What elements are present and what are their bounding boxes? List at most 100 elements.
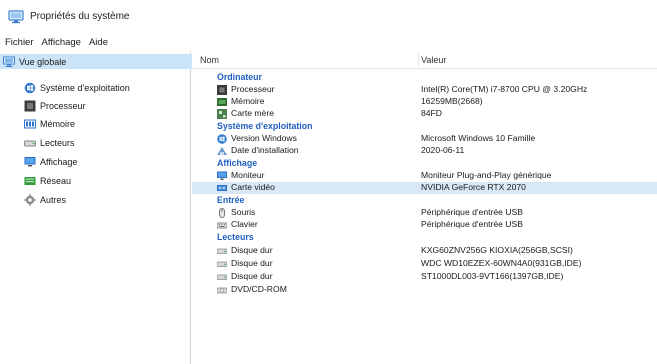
computer-icon [8, 9, 24, 24]
column-header-name[interactable]: Nom [200, 55, 219, 65]
column-header-row: Nom Valeur [192, 51, 657, 69]
sidebar-item-label: Réseau [40, 175, 72, 186]
drive-icon [216, 246, 228, 256]
row-name: DVD/CD-ROM [231, 284, 287, 294]
group-label: Système d'exploitation [217, 121, 313, 131]
column-header-value[interactable]: Valeur [421, 55, 446, 65]
dvd-drive-icon [216, 285, 228, 295]
row-name: Clavier [231, 219, 258, 229]
window-title: Propriétés du système [30, 11, 130, 22]
drive-icon [216, 272, 228, 282]
menu-file[interactable]: Fichier [0, 37, 38, 48]
menu-help[interactable]: Aide [85, 37, 112, 48]
group-header: Ordinateur [192, 72, 657, 84]
table-row[interactable]: Clavier Périphérique d'entrée USB [192, 219, 657, 231]
row-value: Périphérique d'entrée USB [421, 219, 523, 229]
column-separator[interactable] [418, 53, 419, 66]
group-header: Lecteurs [192, 232, 657, 244]
table-row[interactable]: Moniteur Moniteur Plug-and-Play génériqu… [192, 170, 657, 182]
install-date-icon [217, 146, 227, 156]
menu-bar: Fichier Affichage Aide [0, 34, 657, 50]
menu-view[interactable]: Affichage [38, 37, 85, 48]
sidebar-item-drives[interactable]: Lecteurs [24, 135, 75, 150]
row-value: NVIDIA GeForce RTX 2070 [421, 182, 526, 192]
sidebar-item-os[interactable]: Système d'exploitation [24, 80, 130, 95]
sidebar-item-others[interactable]: Autres [24, 192, 66, 207]
sidebar-item-label: Autres [40, 194, 67, 205]
computer-icon [3, 56, 15, 68]
network-icon [24, 175, 36, 187]
row-value: Microsoft Windows 10 Famille [421, 133, 536, 143]
row-value: WDC WD10EZEX-60WN4A0(931GB,IDE) [421, 258, 582, 268]
group-header: Entrée [192, 195, 657, 207]
row-name: Carte mère [231, 108, 274, 118]
row-name: Disque dur [231, 258, 273, 268]
row-value: Périphérique d'entrée USB [421, 207, 523, 217]
sidebar-item-display[interactable]: Affichage [24, 154, 77, 169]
memory-icon [217, 97, 227, 107]
main-area: Vue globale Système d'exploitation Proce… [0, 51, 657, 364]
details-list: Nom Valeur Ordinateur Processeur Intel(R… [192, 51, 657, 364]
table-row[interactable]: Carte mère 84FD [192, 108, 657, 120]
mouse-icon [217, 208, 227, 218]
sidebar-item-label: Affichage [40, 156, 78, 167]
system-properties-window: Propriétés du système Fichier Affichage … [0, 0, 657, 364]
group-label: Entrée [217, 195, 245, 205]
table-row[interactable]: Processeur Intel(R) Core(TM) i7-8700 CPU… [192, 84, 657, 96]
table-row[interactable]: Carte vidéo NVIDIA GeForce RTX 2070 [192, 182, 657, 194]
table-row[interactable]: Date d'installation 2020-06-11 [192, 145, 657, 157]
monitor-icon [217, 171, 227, 181]
sidebar-item-processor[interactable]: Processeur [24, 98, 86, 113]
row-value: Moniteur Plug-and-Play générique [421, 170, 552, 180]
sidebar-item-label: Système d'exploitation [40, 82, 130, 93]
table-row[interactable]: Souris Périphérique d'entrée USB [192, 207, 657, 219]
display-icon [24, 156, 36, 168]
sidebar-tree: Vue globale Système d'exploitation Proce… [0, 51, 193, 364]
sidebar-item-network[interactable]: Réseau [24, 173, 71, 188]
table-row[interactable]: Version Windows Microsoft Windows 10 Fam… [192, 133, 657, 145]
sidebar-item-label: Vue globale [19, 56, 67, 67]
windows-os-icon [24, 82, 36, 94]
video-card-icon [217, 183, 227, 193]
row-name: Moniteur [231, 170, 265, 180]
row-value: 2020-06-11 [421, 145, 465, 155]
gear-icon [24, 193, 36, 206]
title-bar: Propriétés du système [0, 0, 657, 33]
table-row[interactable]: Mémoire 16259MB(2668) [192, 96, 657, 108]
row-value: KXG60ZNV256G KIOXIA(256GB,SCSI) [421, 245, 573, 255]
row-value: 84FD [421, 108, 443, 118]
table-row[interactable]: Disque dur KXG60ZNV256G KIOXIA(256GB,SCS… [192, 245, 657, 257]
row-name: Disque dur [231, 271, 273, 281]
memory-icon [24, 118, 36, 130]
sidebar-item-label: Mémoire [40, 118, 76, 129]
sidebar-item-label: Lecteurs [40, 137, 75, 148]
group-label: Ordinateur [217, 72, 262, 82]
group-header: Système d'exploitation [192, 121, 657, 133]
row-name: Carte vidéo [231, 182, 275, 192]
row-name: Version Windows [231, 133, 297, 143]
motherboard-icon [217, 109, 227, 119]
row-name: Processeur [231, 84, 275, 94]
sidebar-item-overview[interactable]: Vue globale [0, 54, 193, 69]
sidebar-item-memory[interactable]: Mémoire [24, 116, 75, 131]
row-name: Mémoire [231, 96, 265, 106]
processor-icon [24, 100, 36, 112]
keyboard-icon [216, 220, 228, 230]
table-row[interactable]: DVD/CD-ROM [192, 284, 657, 296]
row-value: ST1000DL003-9VT166(1397GB,IDE) [421, 271, 564, 281]
row-name: Disque dur [231, 245, 273, 255]
drive-icon [216, 259, 228, 269]
group-header: Affichage [192, 158, 657, 170]
table-row[interactable]: Disque dur ST1000DL003-9VT166(1397GB,IDE… [192, 271, 657, 283]
row-value: 16259MB(2668) [421, 96, 483, 106]
row-name: Date d'installation [231, 145, 299, 155]
windows-os-icon [217, 134, 227, 144]
row-name: Souris [231, 207, 256, 217]
row-value: Intel(R) Core(TM) i7-8700 CPU @ 3.20GHz [421, 84, 588, 94]
table-row[interactable]: Disque dur WDC WD10EZEX-60WN4A0(931GB,ID… [192, 258, 657, 270]
group-label: Lecteurs [217, 232, 254, 242]
group-label: Affichage [217, 158, 258, 168]
drive-icon [24, 137, 36, 149]
sidebar-item-label: Processeur [40, 100, 86, 111]
processor-icon [217, 85, 227, 95]
